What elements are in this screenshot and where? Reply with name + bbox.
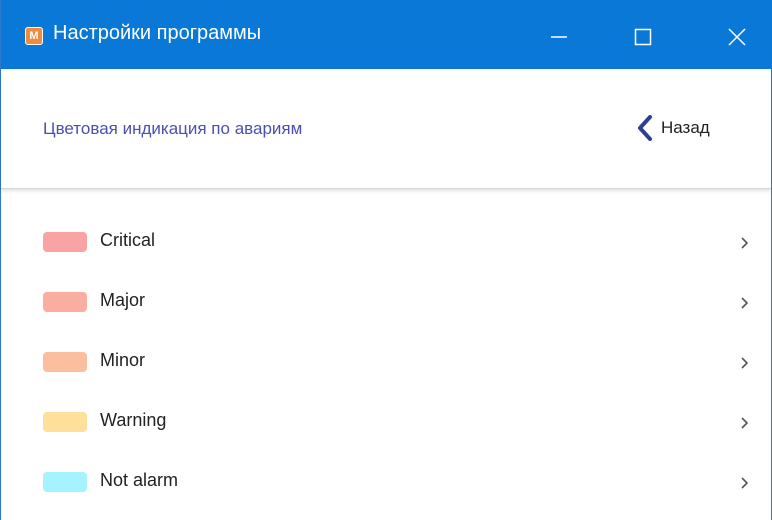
list-item-critical[interactable]: Critical (1, 212, 771, 272)
list-item-minor[interactable]: Minor (1, 332, 771, 392)
item-label: Warning (100, 410, 167, 430)
alarm-color-list: Critical Major Minor Warning Not alarm (1, 212, 771, 512)
close-button[interactable] (714, 14, 760, 60)
minimize-icon (551, 36, 567, 38)
item-label: Minor (100, 350, 146, 370)
item-label: Not alarm (100, 470, 179, 490)
maximize-icon (634, 28, 652, 46)
chevron-right-icon (741, 297, 749, 309)
color-swatch-critical (43, 232, 87, 252)
chevron-right-icon (741, 237, 749, 249)
color-swatch-major (43, 292, 87, 312)
list-item-major[interactable]: Major (1, 272, 771, 332)
page-header: Цветовая индикация по авариям Назад (1, 69, 771, 189)
color-swatch-not-alarm (43, 472, 87, 492)
back-button[interactable]: Назад (637, 113, 710, 143)
item-label: Critical (100, 230, 156, 250)
close-icon (728, 28, 746, 46)
chevron-right-icon (741, 357, 749, 369)
title-bar[interactable]: M Настройки программы (1, 0, 772, 69)
list-item-warning[interactable]: Warning (1, 392, 771, 452)
app-logo-icon: M (25, 27, 43, 45)
settings-window: M Настройки программы Цветовая индикация… (0, 0, 772, 520)
chevron-right-icon (741, 477, 749, 489)
back-label: Назад (661, 118, 710, 137)
color-swatch-warning (43, 412, 87, 432)
chevron-right-icon (741, 417, 749, 429)
list-item-not-alarm[interactable]: Not alarm (1, 452, 771, 512)
item-label: Major (100, 290, 146, 310)
maximize-button[interactable] (620, 14, 666, 60)
chevron-left-icon (638, 115, 652, 141)
window-title: Настройки программы (53, 22, 262, 44)
color-swatch-minor (43, 352, 87, 372)
page-title: Цветовая индикация по авариям (43, 119, 303, 138)
minimize-button[interactable] (536, 14, 582, 60)
